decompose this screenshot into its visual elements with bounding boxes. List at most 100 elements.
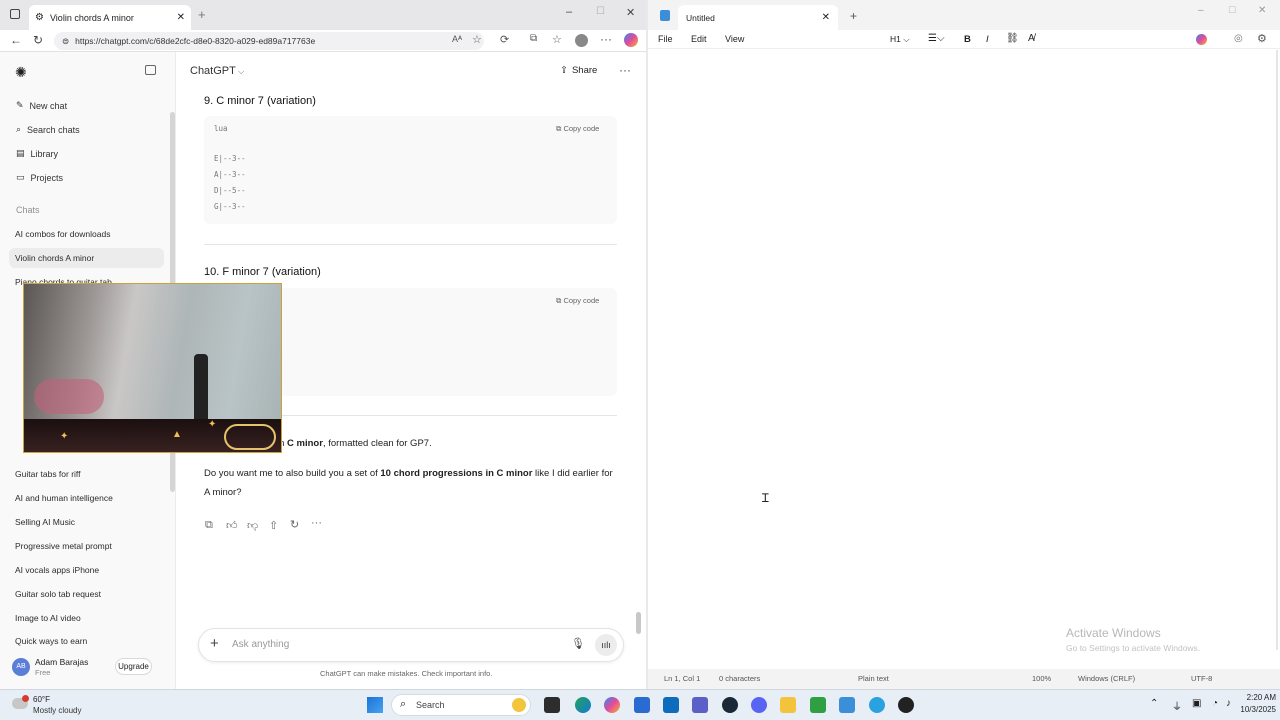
share-response-icon[interactable]: ⇧ <box>269 519 278 532</box>
chat-item-active[interactable]: Violin chords A minor <box>9 248 164 268</box>
clock-date[interactable]: 10/3/2025 <box>1230 705 1276 714</box>
favorite-star-icon[interactable]: ☆ <box>472 33 482 46</box>
clear-format-icon[interactable]: A̸ <box>1028 33 1035 44</box>
share-button[interactable]: ⇪ Share <box>560 65 597 76</box>
settings-gear-icon[interactable]: ⚙ <box>1257 32 1267 45</box>
tab-actions-icon[interactable] <box>10 9 20 19</box>
maximize-icon[interactable]: ☐ <box>1228 5 1236 16</box>
clock-time[interactable]: 2:20 AM <box>1238 693 1276 702</box>
more-options-icon[interactable]: ··· <box>619 63 631 77</box>
steam-icon[interactable] <box>722 697 738 713</box>
voice-mode-icon[interactable]: ıılı <box>595 634 617 656</box>
browser-tab-active[interactable]: ⚙ Violin chords A minor ✕ <box>29 5 191 30</box>
line-ending[interactable]: Windows (CRLF) <box>1078 674 1135 683</box>
site-info-icon[interactable]: ⊜ <box>62 36 69 47</box>
store-icon[interactable] <box>634 697 650 713</box>
chat-item-8[interactable]: Guitar solo tab request <box>15 589 101 599</box>
task-view-icon[interactable] <box>544 697 560 713</box>
notepad-taskbar-icon[interactable] <box>839 697 855 713</box>
chat-item-3[interactable]: Guitar tabs for riff <box>15 469 81 479</box>
profile-icon[interactable] <box>575 34 588 47</box>
webcam-video-overlay[interactable]: ✦ ▲ ✦ <box>23 283 282 453</box>
format-mode[interactable]: Plain text <box>858 674 889 683</box>
italic-icon[interactable]: I <box>986 34 989 45</box>
thumbs-down-icon[interactable]: 👎︎ <box>247 519 258 532</box>
chat-scrollbar[interactable] <box>636 612 641 634</box>
file-explorer-icon[interactable] <box>780 697 796 713</box>
new-tab-icon[interactable]: + <box>850 9 857 23</box>
chat-item-5[interactable]: Selling AI Music <box>15 517 75 527</box>
new-tab-icon[interactable]: + <box>198 7 206 22</box>
split-screen-icon[interactable]: ⧉ <box>530 33 537 44</box>
copy-icon[interactable]: ⧉ <box>205 519 213 532</box>
copy-code-button[interactable]: ⧉ Copy code <box>556 296 599 306</box>
copilot-taskbar-icon[interactable] <box>604 697 620 713</box>
more-menu-icon[interactable]: ··· <box>600 32 612 46</box>
user-profile-row[interactable]: AB Adam Barajas Free Upgrade <box>12 655 172 679</box>
link-icon[interactable]: ⛓ <box>1006 33 1019 44</box>
favorites-icon[interactable]: ☆ <box>552 33 562 46</box>
heading-dropdown[interactable]: H1 ⌵ <box>890 34 910 45</box>
more-icon[interactable]: ··· <box>311 517 322 529</box>
close-tab-icon[interactable]: ✕ <box>822 12 830 23</box>
copilot-icon[interactable] <box>624 33 638 47</box>
close-window-icon[interactable]: ✕ <box>626 6 635 19</box>
extension-icon[interactable]: ⟳ <box>500 33 509 46</box>
read-aloud-icon[interactable]: Aᴬ <box>452 34 462 44</box>
model-selector[interactable]: ChatGPT ⌵ <box>190 65 244 77</box>
weather-widget[interactable]: 60°F Mostly cloudy <box>10 692 120 718</box>
discord-icon[interactable] <box>751 697 767 713</box>
encoding[interactable]: UTF-8 <box>1191 674 1212 683</box>
taskbar-search[interactable]: ⌕ Search <box>391 694 531 716</box>
start-windows-icon[interactable] <box>367 697 383 713</box>
regenerate-icon[interactable]: ↻ <box>290 518 299 531</box>
chat-item-4[interactable]: AI and human intelligence <box>15 493 113 503</box>
outlook-icon[interactable] <box>663 697 679 713</box>
collapse-sidebar-icon[interactable] <box>145 65 156 75</box>
tray-network-icon[interactable]: ◔ <box>1212 698 1218 709</box>
thumbs-up-icon[interactable]: 👍︎ <box>226 519 238 532</box>
openai-logo-icon[interactable]: ✺ <box>15 64 27 81</box>
notepad-text-area[interactable] <box>648 48 1280 669</box>
chat-item-0[interactable]: AI combos for downloads <box>15 229 110 239</box>
tray-usb-icon[interactable]: ⏚ <box>1172 698 1182 713</box>
minimize-icon[interactable]: – <box>566 6 572 18</box>
plus-icon[interactable]: + <box>210 635 219 652</box>
copilot-icon[interactable] <box>1196 34 1207 45</box>
chat-item-7[interactable]: AI vocals apps iPhone <box>15 565 99 575</box>
notepad-tab-active[interactable]: Untitled ✕ <box>678 5 838 30</box>
bold-icon[interactable]: B <box>964 34 971 45</box>
tray-chevron-icon[interactable]: ⌃ <box>1150 698 1158 709</box>
close-tab-icon[interactable]: ✕ <box>177 12 185 23</box>
list-icon[interactable]: ☰⌵ <box>928 33 945 44</box>
edge-browser-icon[interactable] <box>575 697 591 713</box>
close-window-icon[interactable]: ✕ <box>1258 5 1266 16</box>
account-icon[interactable]: ◎ <box>1234 33 1243 44</box>
tray-display-icon[interactable]: ▣ <box>1192 698 1201 709</box>
menu-view[interactable]: View <box>725 34 744 44</box>
chat-item-6[interactable]: Progressive metal prompt <box>15 541 112 551</box>
sidebar-projects[interactable]: ▭ Projects <box>16 172 63 183</box>
notepad-scrollbar[interactable] <box>1276 50 1278 650</box>
app-green-icon[interactable] <box>810 697 826 713</box>
menu-edit[interactable]: Edit <box>691 34 707 44</box>
chat-item-10[interactable]: Quick ways to earn <box>15 636 87 646</box>
menu-file[interactable]: File <box>658 34 673 44</box>
microphone-icon[interactable]: 🎙︎ <box>571 637 585 650</box>
chat-item-9[interactable]: Image to AI video <box>15 613 81 623</box>
prompt-input[interactable]: Ask anything <box>232 639 289 650</box>
app-x-icon[interactable] <box>898 697 914 713</box>
zoom-level[interactable]: 100% <box>1032 674 1051 683</box>
maximize-icon[interactable]: ☐ <box>596 6 605 17</box>
maps-icon[interactable] <box>869 697 885 713</box>
back-icon[interactable]: ← <box>10 33 22 47</box>
url-field[interactable]: ⊜ https://chatgpt.com/c/68de2cfc-d8e0-83… <box>54 32 484 50</box>
sidebar-search-chats[interactable]: ⌕ Search chats <box>16 124 80 135</box>
refresh-icon[interactable]: ↻ <box>33 33 43 47</box>
teams-icon[interactable] <box>692 697 708 713</box>
sidebar-library[interactable]: ▤ Library <box>16 148 58 159</box>
upgrade-button[interactable]: Upgrade <box>115 658 152 675</box>
sidebar-new-chat[interactable]: ✎ New chat <box>16 100 67 111</box>
minimize-icon[interactable]: – <box>1198 5 1204 16</box>
copy-code-button[interactable]: ⧉ Copy code <box>556 124 599 134</box>
